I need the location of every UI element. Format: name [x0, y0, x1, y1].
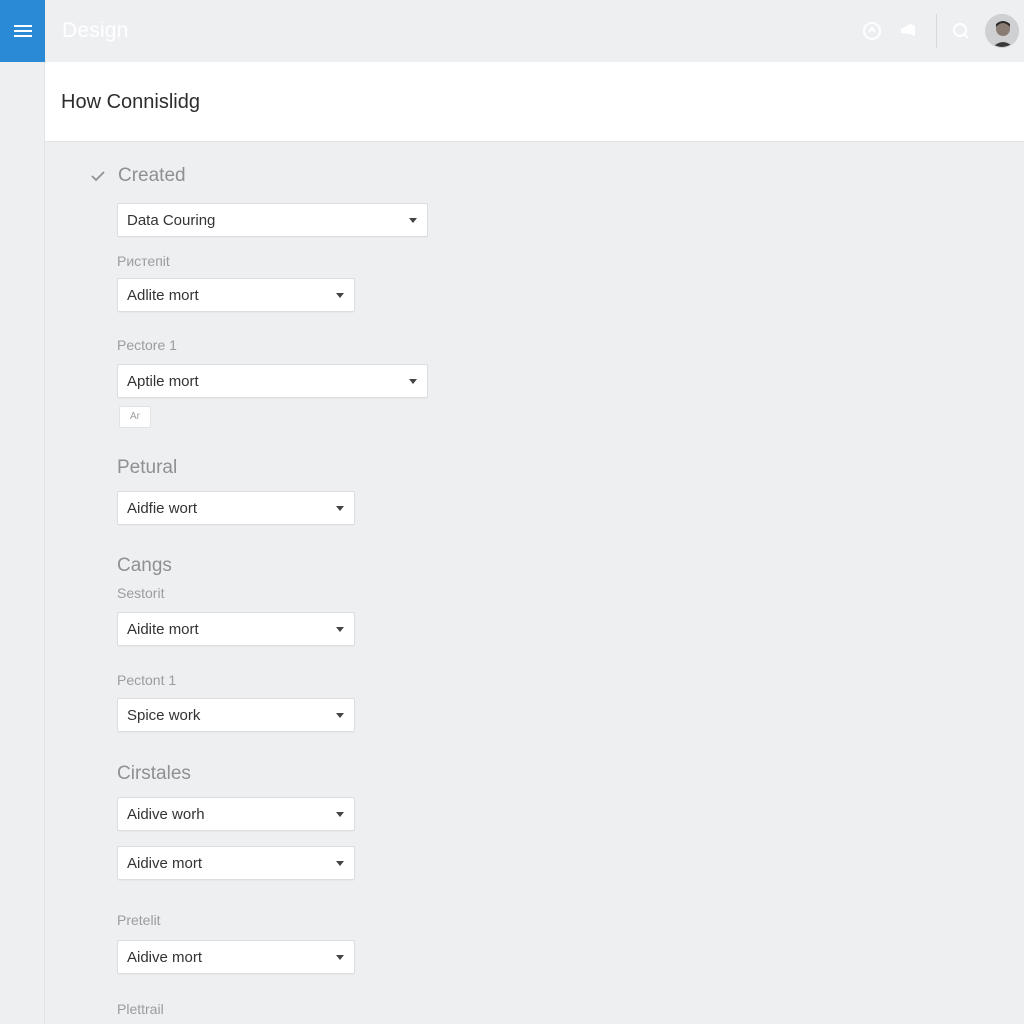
chevron-down-icon [336, 293, 344, 298]
select-field[interactable]: Aptile mort [117, 364, 428, 398]
chevron-down-icon [336, 506, 344, 511]
chevron-down-icon [336, 955, 344, 960]
select-field[interactable]: Aidive mort [117, 846, 355, 880]
chevron-down-icon [336, 812, 344, 817]
field-label: Sestorit [117, 585, 165, 601]
select-value: Aptile mort [127, 373, 199, 390]
form-content: Created Data Couring Pистепіt Adlite mor… [46, 143, 1024, 1024]
section-title: Cirstales [117, 763, 191, 784]
select-field[interactable]: Aidive worh [117, 797, 355, 831]
section-title: Created [118, 165, 186, 186]
chevron-down-icon [336, 713, 344, 718]
top-icons [860, 0, 1024, 62]
select-field[interactable]: Adlite mort [117, 278, 355, 312]
select-value: Aidive worh [127, 806, 205, 823]
toolbar-divider [936, 14, 937, 48]
select-field[interactable]: Aidite mort [117, 612, 355, 646]
select-field[interactable]: Aidfie wort [117, 491, 355, 525]
chevron-down-icon [336, 861, 344, 866]
app-title: Design [62, 19, 129, 42]
chevron-down-icon [409, 218, 417, 223]
select-value: Aidite mort [127, 621, 199, 638]
page-title: How Connislidg [61, 91, 200, 113]
data-select[interactable]: Data Couring [117, 203, 428, 237]
page-header: How Connislidg [45, 62, 1024, 142]
section-created-header[interactable]: Created [90, 165, 186, 187]
select-field[interactable]: Spice work [117, 698, 355, 732]
field-label: Pистепіt [117, 253, 170, 269]
checkmark-icon [90, 168, 106, 184]
hamburger-icon [13, 22, 32, 40]
left-rail [0, 62, 45, 1024]
field-label: Pretelit [117, 912, 161, 928]
select-field[interactable]: Aidive mort [117, 940, 355, 974]
section-cirstales-header: Cirstales [117, 763, 191, 785]
field-label: Pectont 1 [117, 672, 177, 688]
select-value: Aidfie wort [127, 500, 198, 517]
section-cangs-header: Cangs [117, 555, 172, 577]
add-chip-button[interactable]: Ar [119, 406, 151, 428]
section-title: Petural [117, 457, 178, 478]
select-value: Aidive mort [127, 949, 203, 966]
top-bar: Design [0, 0, 1024, 62]
megaphone-icon[interactable] [896, 19, 920, 43]
select-value: Adlite mort [127, 287, 199, 304]
hamburger-menu-button[interactable] [0, 0, 45, 62]
select-value: Data Couring [127, 212, 216, 229]
select-value: Aidive mort [127, 855, 203, 872]
chevron-down-icon [336, 627, 344, 632]
avatar[interactable] [985, 14, 1019, 48]
help-icon[interactable] [860, 19, 884, 43]
select-value: Spice work [127, 707, 201, 724]
field-label: Pectore 1 [117, 337, 177, 353]
search-icon[interactable] [949, 19, 973, 43]
section-petural-header: Petural [117, 457, 177, 479]
section-title: Cangs [117, 555, 172, 576]
chevron-down-icon [409, 379, 417, 384]
field-label: Plettrail [117, 1001, 164, 1017]
